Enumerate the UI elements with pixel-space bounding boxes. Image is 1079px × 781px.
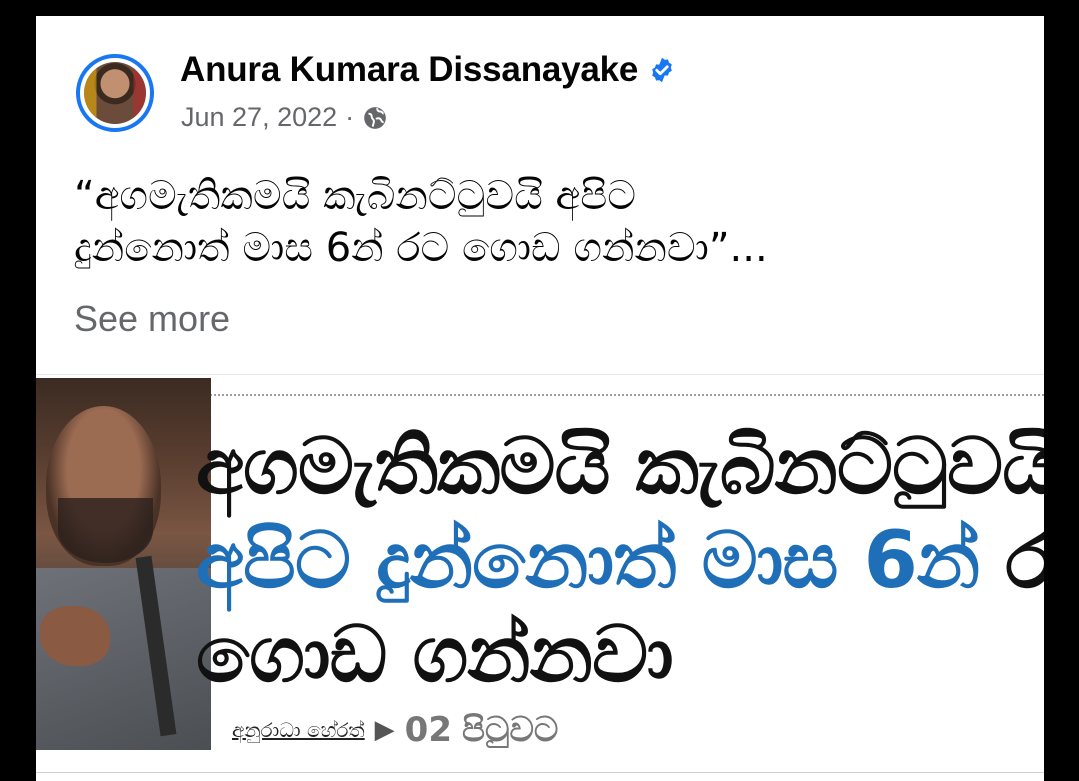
headline-dark-text: රට <box>1005 516 1044 606</box>
headline-line: ගොඩ ගන්නවා <box>196 610 674 700</box>
headline-line: අගමැතිකමයි කැබිනට්ටුවයි <box>196 422 1044 512</box>
post-text: “අගමැතිකමයි කැබිනට්ටුවයි අපිට දුන්නොත් ම… <box>74 170 1014 274</box>
post-text-line: දුන්නොත් මාස 6න් රට ගොඩ ගන්නවා”... <box>74 225 768 271</box>
verified-badge-icon <box>652 57 673 83</box>
author-name[interactable]: Anura Kumara Dissanayake <box>180 50 638 90</box>
headline-line: අපිට දුන්නොත් මාස 6න් රට <box>196 516 1044 607</box>
post-header-section: Anura Kumara Dissanayake Jun 27, 2022 · … <box>36 16 1044 375</box>
byline: අනුරාධා හේරත් ▶ 02 පිටුවට <box>232 710 558 750</box>
page-label: පිටුවට <box>462 710 559 750</box>
post-image[interactable]: අගමැතිකමයි කැබිනට්ටුවයි අපිට දුන්නොත් මා… <box>36 378 1044 750</box>
divider <box>36 772 1044 773</box>
divider <box>146 394 1044 396</box>
page-number: 02 <box>404 710 452 750</box>
post-card: Anura Kumara Dissanayake Jun 27, 2022 · … <box>36 16 1044 781</box>
meta-separator: · <box>345 102 355 132</box>
avatar-image <box>84 62 146 124</box>
author-name-row: Anura Kumara Dissanayake <box>180 50 676 90</box>
post-text-line: “අගමැතිකමයි කැබිනට්ටුවයි අපිට <box>74 173 637 219</box>
globe-icon[interactable] <box>362 105 388 131</box>
reporter-name: අනුරාධා හේරත් <box>232 718 365 742</box>
post-date[interactable]: Jun 27, 2022 <box>181 102 337 133</box>
post-meta: Jun 27, 2022 · <box>181 102 388 133</box>
avatar[interactable] <box>76 54 154 132</box>
headline-blue-text: අපිට දුන්නොත් මාස 6න් <box>196 516 980 606</box>
see-more-link[interactable]: See more <box>74 298 230 340</box>
person-photo <box>36 378 211 750</box>
play-arrow-icon: ▶ <box>374 715 395 745</box>
